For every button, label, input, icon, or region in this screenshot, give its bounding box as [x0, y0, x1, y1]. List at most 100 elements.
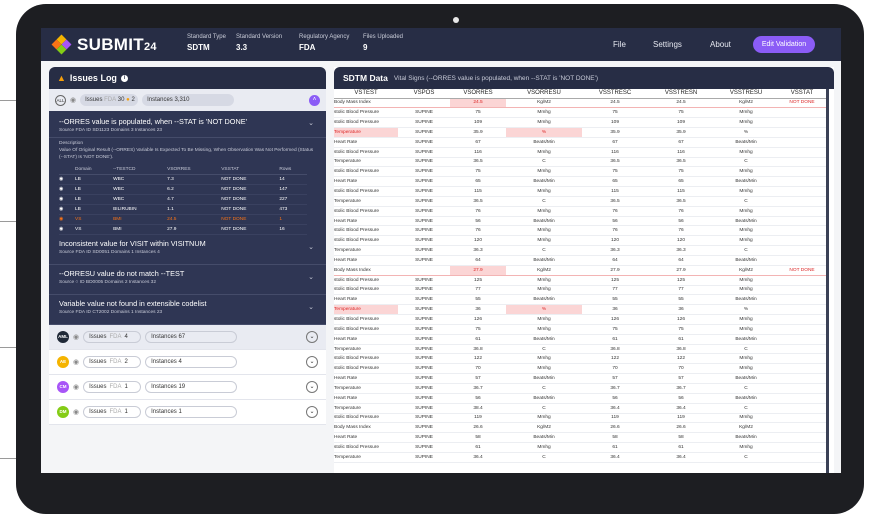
table-row[interactable]: Heart Rate SUPINE 57 Beats/Min 57 57 Beats/Min: [334, 373, 826, 384]
info-icon[interactable]: i: [120, 74, 128, 82]
meta-2: Regulatory Agency FDA: [299, 34, 349, 52]
eye-icon[interactable]: ◉: [59, 174, 75, 185]
domain-group-row[interactable]: CM ◉ Issues FDA 1 Instances 19 ⌄: [49, 374, 326, 400]
chevron-down-icon[interactable]: ⌄: [308, 273, 314, 281]
table-row[interactable]: stolic Blood Pressure SUPINE 76 Mmhg 76 76 Mmh…: [334, 206, 826, 217]
table-row[interactable]: ◉ LB WBC 6.2 NOT DONE 147: [59, 184, 307, 195]
menu-about[interactable]: About: [710, 40, 731, 49]
table-cell: 36.4: [648, 403, 714, 414]
table-row[interactable]: Heart Rate SUPINE 58 Beats/Min 58 58 Beats/Min: [334, 432, 826, 444]
table-row[interactable]: Heart Rate SUPINE 56 Beats/Min 56 56 Beats/Min: [334, 216, 826, 227]
table-cell: 126: [582, 314, 648, 325]
table-cell: 36: [450, 304, 506, 316]
table-row[interactable]: Heart Rate SUPINE 67 Beats/Min 67 67 Beats/Min: [334, 137, 826, 148]
collapse-icon[interactable]: ˄: [309, 94, 320, 106]
eye-icon[interactable]: ◉: [59, 194, 75, 205]
domain-group-row[interactable]: AML ◉ Issues FDA 4 Instances 67 ⌄: [49, 324, 326, 350]
issue-item[interactable]: --ORRESU value do not match --TEST Source…: [49, 265, 326, 295]
table-row[interactable]: Heart Rate SUPINE 64 Beats/Min 64 64 Beats/Min: [334, 255, 826, 266]
menu-settings[interactable]: Settings: [653, 40, 682, 49]
table-row[interactable]: Temperature SUPINE 36.5 C 36.5 36.5 C: [334, 157, 826, 168]
table-cell: Temperature: [334, 304, 398, 316]
eye-icon[interactable]: ◉: [73, 358, 79, 366]
table-row[interactable]: Body Mass Index SUPINE 26.6 Kg/M2 26.6 26.6 Kg…: [334, 422, 826, 434]
table-row[interactable]: ◉ LB BILIRUBIN 1.1 NOT DONE 473: [59, 204, 307, 215]
table-row[interactable]: stolic Blood Pressure SUPINE 75 Mmhg 75 75 Mmh…: [334, 324, 826, 335]
domain-group-row[interactable]: AE ◉ Issues FDA 2 Instances 4 ⌄: [49, 349, 326, 375]
column-header[interactable]: VSORRESU: [506, 89, 582, 99]
eye-icon[interactable]: ◉: [70, 96, 76, 104]
issue-item[interactable]: Inconsistent value for VISIT within VISI…: [49, 235, 326, 265]
table-row[interactable]: Temperature SUPINE 36% 36 36%: [334, 304, 826, 316]
table-row[interactable]: Heart Rate SUPINE 56 Beats/Min 56 56 Beats/Min: [334, 393, 826, 404]
chevron-down-icon[interactable]: ⌄: [308, 119, 314, 127]
issue-item-expanded[interactable]: --ORRES value is populated, when --STAT …: [49, 111, 326, 138]
eye-icon[interactable]: ◉: [59, 214, 75, 225]
table-row[interactable]: stolic Blood Pressure SUPINE 75 Mmhg 75 75 Mmh…: [334, 166, 826, 178]
table-cell: 57: [648, 373, 714, 384]
table-row[interactable]: stolic Blood Pressure SUPINE 75 Mmhg 75 75 Mmh…: [334, 107, 826, 119]
eye-icon[interactable]: ◉: [59, 204, 75, 215]
table-row[interactable]: Temperature SUPINE 36.5 C 36.5 36.5 C: [334, 196, 826, 207]
issues-pill: Issues FDA 2: [83, 355, 142, 368]
column-header[interactable]: VSSTRESC: [582, 89, 648, 99]
table-row[interactable]: stolic Blood Pressure SUPINE 119 Mmhg 119 119…: [334, 413, 826, 424]
issue-item[interactable]: Variable value not found in extensible c…: [49, 295, 326, 325]
chevron-down-icon[interactable]: ⌄: [308, 303, 314, 311]
table-row[interactable]: stolic Blood Pressure SUPINE 61 Mmhg 61 61 Mmh…: [334, 442, 826, 453]
table-row[interactable]: stolic Blood Pressure SUPINE 120 Mmhg 120 120…: [334, 235, 826, 247]
table-cell: Mmhg: [506, 107, 582, 119]
table-row[interactable]: Temperature SUPINE 38.4 C 36.4 36.4 C: [334, 403, 826, 414]
table-row[interactable]: ◉ LB WBC 7.3 NOT DONE 14: [59, 174, 307, 185]
eye-icon[interactable]: ◉: [73, 333, 79, 341]
chevron-down-icon[interactable]: ⌄: [306, 405, 318, 418]
chevron-down-icon[interactable]: ⌄: [306, 380, 318, 393]
table-cell: Mmhg: [714, 107, 778, 119]
table-row[interactable]: stolic Blood Pressure SUPINE 125 Mmhg 125 125…: [334, 275, 826, 286]
column-header[interactable]: VSPOS: [398, 89, 450, 99]
table-row[interactable]: Temperature SUPINE 36.7 C 36.7 36.7 C: [334, 383, 826, 394]
chevron-down-icon[interactable]: ⌄: [308, 243, 314, 251]
table-row[interactable]: Temperature SUPINE 35.9% 35.9 35.9%: [334, 127, 826, 138]
table-row[interactable]: Heart Rate SUPINE 61 Beats/Min 61 61 Beats/Min: [334, 334, 826, 345]
table-row[interactable]: Body Mass Index 24.5 Kg/M2 24.5 24.5 Kg/M2 NOT…: [334, 98, 826, 109]
table-row[interactable]: stolic Blood Pressure SUPINE 115 Mmhg 115 115…: [334, 186, 826, 197]
table-cell: Mmhg: [506, 225, 582, 237]
table-cell: [778, 186, 826, 197]
table-row[interactable]: Heart Rate SUPINE 55 Beats/Min 55 55 Beats/Min: [334, 294, 826, 306]
table-row[interactable]: stolic Blood Pressure SUPINE 70 Mmhg 70 70 Mmh…: [334, 363, 826, 375]
table-row[interactable]: ◉ VS BMI 24.5 NOT DONE 1: [59, 214, 307, 225]
chevron-down-icon[interactable]: ⌄: [306, 355, 318, 368]
eye-icon[interactable]: ◉: [73, 383, 79, 391]
table-cell: SUPINE: [398, 147, 450, 158]
menu-file[interactable]: File: [613, 40, 626, 49]
chevron-down-icon[interactable]: ⌄: [306, 330, 318, 343]
eye-icon[interactable]: ◉: [59, 224, 75, 235]
scrollbar[interactable]: [826, 89, 829, 473]
table-row[interactable]: stolic Blood Pressure SUPINE 116 Mmhg 116 116…: [334, 147, 826, 158]
column-header[interactable]: VSSTRESN: [648, 89, 714, 99]
table-row[interactable]: stolic Blood Pressure SUPINE 76 Mmhg 76 76 Mmh…: [334, 225, 826, 237]
table-row[interactable]: ◉ VS BMI 27.9 NOT DONE 16: [59, 224, 307, 235]
table-row[interactable]: Body Mass Index 27.9 Kg/M2 27.9 27.9 Kg/M2 NOT…: [334, 265, 826, 276]
column-header[interactable]: VSSTAT: [778, 89, 826, 99]
edit-validation-button[interactable]: Edit Validation: [753, 36, 815, 53]
column-header[interactable]: VSSTRESU: [714, 89, 778, 99]
eye-icon[interactable]: ◉: [59, 184, 75, 195]
table-row[interactable]: Temperature SUPINE 36.3 C 36.3 36.3 C: [334, 245, 826, 256]
all-summary-row[interactable]: ALL ◉ Issues FDA 30 ● 2 Instances 3,310 …: [49, 89, 326, 111]
table-row[interactable]: stolic Blood Pressure SUPINE 109 Mmhg 109 109…: [334, 117, 826, 129]
table-row[interactable]: Temperature SUPINE 36.8 C 36.8 36.8 C: [334, 344, 826, 355]
table-row[interactable]: stolic Blood Pressure SUPINE 122 Mmhg 122 122…: [334, 353, 826, 365]
table-row[interactable]: stolic Blood Pressure SUPINE 77 Mmhg 77 77 Mmh…: [334, 285, 826, 296]
table-row[interactable]: ◉ LB WBC 4.7 NOT DONE 227: [59, 194, 307, 205]
column-header[interactable]: VSORRES: [450, 89, 506, 99]
table-row[interactable]: stolic Blood Pressure SUPINE 126 Mmhg 126 126…: [334, 314, 826, 325]
domain-group-row[interactable]: DM ◉ Issues FDA 1 Instances 1 ⌄: [49, 399, 326, 425]
column-header[interactable]: VSTEST: [334, 89, 398, 99]
eye-icon[interactable]: ◉: [73, 408, 79, 416]
app-screen: SUBMIT24 Standard Type SDTM Standard Versi…: [41, 28, 841, 473]
table-row[interactable]: Temperature SUPINE 36.4 C 36.4 36.4 C: [334, 452, 826, 463]
table-cell: 109: [582, 117, 648, 129]
table-row[interactable]: Heart Rate SUPINE 65 Beats/Min 65 65 Beats/Min: [334, 176, 826, 188]
